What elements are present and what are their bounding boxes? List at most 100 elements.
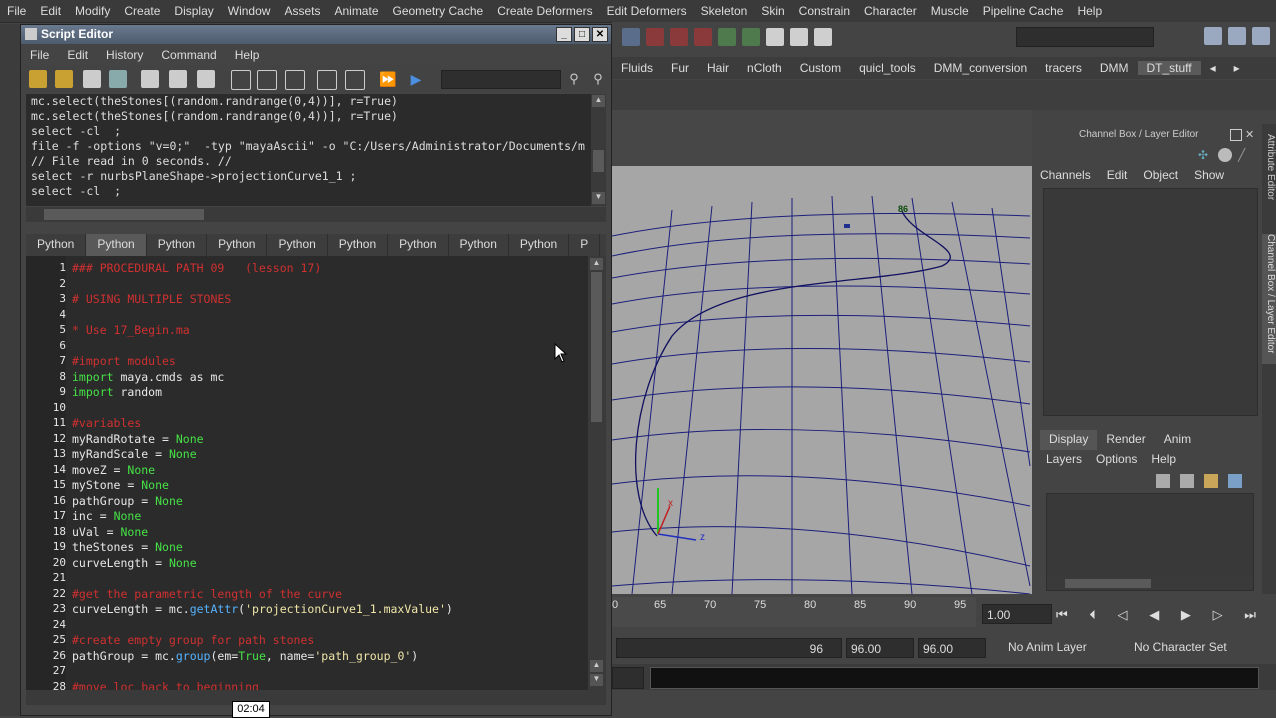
search-field[interactable] <box>441 70 561 89</box>
new-layer-icon[interactable] <box>1156 474 1170 488</box>
step-forward-frame-icon[interactable]: ▷ <box>1213 607 1223 623</box>
menu-item[interactable]: Create Deformers <box>490 4 599 18</box>
script-tab[interactable]: P <box>569 234 601 256</box>
script-tab[interactable]: Python <box>509 234 570 256</box>
shelf-tab[interactable]: DT_stuff <box>1137 61 1201 75</box>
channel-box-menu-item[interactable]: Object <box>1143 168 1178 186</box>
shelf-tab[interactable]: Custom <box>791 61 850 75</box>
save-to-shelf-icon[interactable] <box>109 70 127 88</box>
shelf-tab[interactable]: quicl_tools <box>850 61 925 75</box>
shelf-tab[interactable]: DMM_conversion <box>925 61 1036 75</box>
menu-item[interactable]: File <box>0 4 33 18</box>
show-history-icon[interactable] <box>231 70 251 90</box>
menu-item[interactable]: Edit Deformers <box>600 4 694 18</box>
minimize-icon[interactable]: _ <box>556 27 572 42</box>
input-hscroll[interactable] <box>26 690 606 705</box>
menu-item[interactable]: Create <box>117 4 167 18</box>
render-icon[interactable] <box>742 28 760 46</box>
panel-icon[interactable] <box>1228 27 1246 45</box>
layer-down-icon[interactable] <box>1228 474 1242 488</box>
magnet-icon[interactable] <box>646 28 664 46</box>
script-editor-menu-item[interactable]: History <box>97 48 152 62</box>
show-input-icon[interactable] <box>257 70 277 90</box>
menu-item[interactable]: Skeleton <box>694 4 755 18</box>
script-editor-menu-item[interactable]: File <box>21 48 58 62</box>
go-to-start-icon[interactable]: ⏮ <box>1056 607 1068 623</box>
script-input[interactable]: 1 2 3 4 5 6 7 8 9 10 11 12 13 14 15 16 17 18 19 20 21 22 23 24 2… <box>26 256 588 690</box>
maximize-icon[interactable]: □ <box>574 27 590 42</box>
channel-list[interactable] <box>1043 188 1258 416</box>
search-icon[interactable]: ⚲ <box>565 70 583 88</box>
layer-tab[interactable]: Display <box>1040 430 1098 450</box>
script-editor-menu-item[interactable]: Edit <box>58 48 97 62</box>
save-script-icon[interactable] <box>83 70 101 88</box>
history-hscroll[interactable] <box>26 207 606 222</box>
channel-box-menu-item[interactable]: Channels <box>1040 168 1091 186</box>
input-vscroll[interactable]: ▲ ▲ ▼ <box>588 256 606 690</box>
script-tab[interactable]: Python <box>449 234 509 256</box>
menu-item[interactable]: Geometry Cache <box>386 4 491 18</box>
menu-item[interactable]: Character <box>857 4 924 18</box>
menu-item[interactable]: Muscle <box>924 4 976 18</box>
close-icon[interactable]: ✕ <box>592 27 608 42</box>
execute-all-icon[interactable]: ⏩ <box>379 70 397 88</box>
clear-all-icon[interactable] <box>197 70 215 88</box>
playback-end-field[interactable]: 96.00 <box>918 638 986 658</box>
shelf-scroll-right-icon[interactable]: ▸ <box>1225 61 1249 75</box>
float-icon[interactable] <box>1230 129 1242 141</box>
search-down-icon[interactable]: ⚲ <box>589 70 607 88</box>
step-back-frame-icon[interactable]: ◁ <box>1118 607 1128 623</box>
side-tab-attribute-editor[interactable]: Attribute Editor <box>1262 134 1276 224</box>
render-icon[interactable] <box>718 28 736 46</box>
layer-menu-item[interactable]: Help <box>1151 452 1176 470</box>
clear-input-icon[interactable] <box>169 70 187 88</box>
go-to-end-icon[interactable]: ⏭ <box>1244 607 1256 623</box>
script-editor-menu-item[interactable]: Help <box>226 48 269 62</box>
axis-icon[interactable]: ✣ <box>1198 148 1212 162</box>
script-tab[interactable]: Python <box>388 234 449 256</box>
menu-item[interactable]: Constrain <box>792 4 857 18</box>
magnet-icon[interactable] <box>694 28 712 46</box>
shelf-tab[interactable]: tracers <box>1036 61 1091 75</box>
menu-item[interactable]: Modify <box>68 4 117 18</box>
show-both-icon[interactable] <box>285 70 305 90</box>
menu-item[interactable]: Help <box>1070 4 1109 18</box>
character-set-dropdown[interactable]: No Character Set <box>1134 640 1244 658</box>
close-icon[interactable]: ✕ <box>1245 128 1254 141</box>
step-back-key-icon[interactable]: ⏴ <box>1089 607 1096 623</box>
time-slider[interactable]: 0 65 70 75 80 85 90 95 <box>612 597 976 627</box>
layer-menu-item[interactable]: Layers <box>1046 452 1082 470</box>
execute-icon[interactable]: ▶ <box>407 70 425 88</box>
viewport[interactable]: x z 86 <box>612 166 1032 594</box>
layer-up-icon[interactable] <box>1204 474 1218 488</box>
script-tab[interactable]: Python <box>207 234 268 256</box>
menu-item[interactable]: Pipeline Cache <box>976 4 1071 18</box>
menu-item[interactable]: Edit <box>33 4 68 18</box>
command-field[interactable] <box>1016 27 1154 47</box>
clapper-icon[interactable] <box>790 28 808 46</box>
play-forward-icon[interactable]: ▶ <box>1181 607 1191 623</box>
clear-history-icon[interactable] <box>141 70 159 88</box>
menu-item[interactable]: Window <box>221 4 278 18</box>
sphere-icon[interactable] <box>1218 148 1232 162</box>
script-tab[interactable]: Python <box>86 234 147 256</box>
shelf-tab[interactable]: Fluids <box>612 61 662 75</box>
menu-item[interactable]: Animate <box>327 4 385 18</box>
channel-box-menu-item[interactable]: Edit <box>1107 168 1128 186</box>
shelf-tab[interactable]: Fur <box>662 61 698 75</box>
layer-list[interactable] <box>1046 493 1254 591</box>
anim-layer-dropdown[interactable]: No Anim Layer <box>1008 640 1128 658</box>
range-end-field[interactable]: 96.00 <box>846 638 914 658</box>
menu-item[interactable]: Display <box>167 4 220 18</box>
panel-icon[interactable] <box>1204 27 1222 45</box>
clapper-icon[interactable] <box>766 28 784 46</box>
panel-icon[interactable] <box>1252 27 1270 45</box>
shelf-scroll-left-icon[interactable]: ◂ <box>1201 61 1225 75</box>
echo-all-icon[interactable] <box>317 70 337 90</box>
menu-item[interactable]: Assets <box>277 4 327 18</box>
tool-icon[interactable] <box>622 28 640 46</box>
command-input[interactable] <box>650 667 1259 689</box>
history-vscroll[interactable]: ▲ ▼ <box>591 94 606 206</box>
layer-tab[interactable]: Render <box>1097 430 1154 450</box>
menu-item[interactable]: Skin <box>754 4 791 18</box>
